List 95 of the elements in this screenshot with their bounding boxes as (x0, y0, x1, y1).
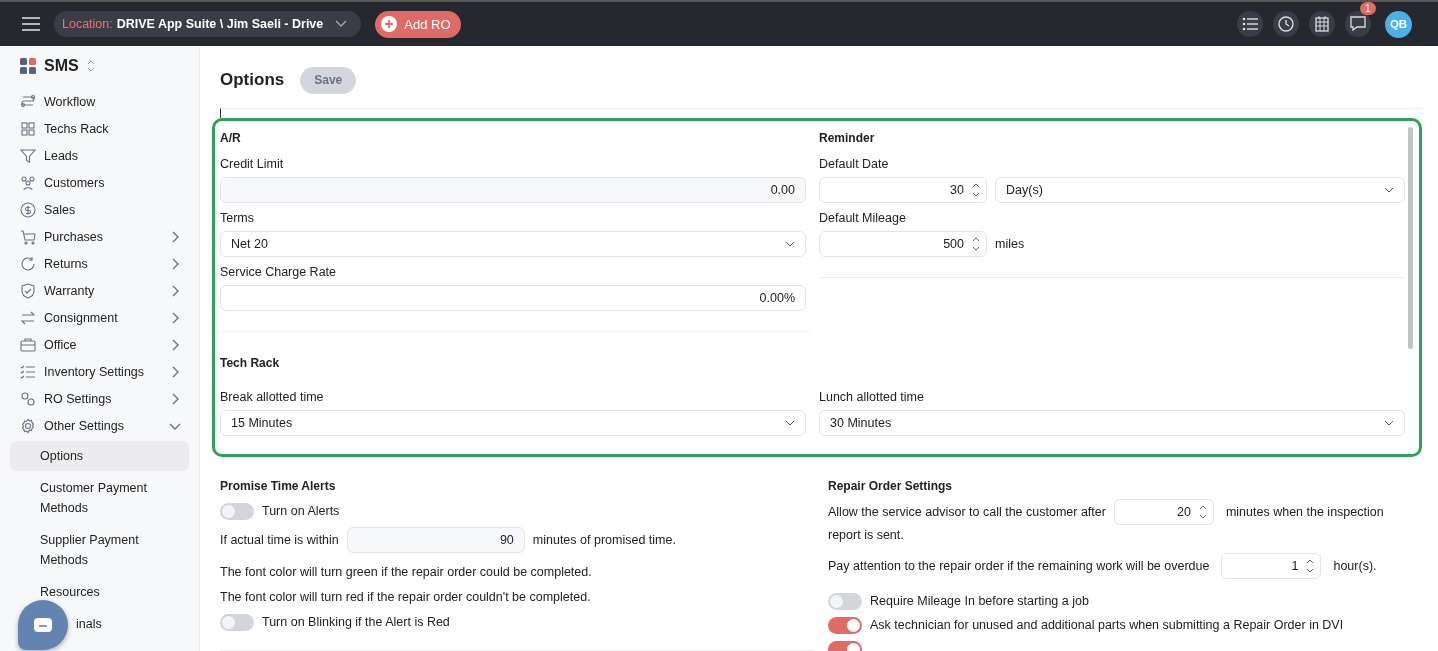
field-label: Break allotted time (220, 390, 325, 404)
stepper-icon[interactable] (1198, 504, 1207, 520)
stepper-icon[interactable] (972, 236, 980, 252)
section-heading: Promise Time Alerts (220, 478, 337, 495)
number-field[interactable]: 20 (1113, 499, 1214, 525)
chat-button[interactable] (18, 600, 68, 650)
chevron-down-icon (785, 241, 795, 247)
section-heading: Reminder (819, 130, 876, 147)
toggle-switch[interactable] (220, 613, 254, 631)
refresh-icon (20, 255, 36, 272)
sidebar-item[interactable]: Inventory Settings (10, 358, 189, 385)
field-label: Default Mileage (819, 211, 907, 225)
list-icon[interactable] (1237, 11, 1263, 37)
menu-icon[interactable] (22, 17, 40, 31)
grid-icon (20, 120, 36, 137)
setting-text: Pay attention to the repair order if the remaining work will be overdue (828, 559, 1210, 573)
workflow-icon (20, 93, 36, 110)
funnel-icon (20, 147, 36, 164)
input-field[interactable]: 0.00 (220, 177, 806, 203)
sidebar-item[interactable]: Sales (10, 196, 189, 223)
chevron-down-icon (785, 420, 795, 426)
input-field[interactable]: 90 (346, 527, 525, 553)
chat-icon (34, 618, 52, 632)
brand-name[interactable]: SMS (44, 57, 79, 75)
shield-icon (20, 282, 36, 299)
field-label: Service Charge Rate (220, 265, 338, 279)
swap-icon (20, 309, 36, 326)
toggle-switch[interactable] (828, 592, 862, 610)
sidebar-item[interactable]: Leads (10, 142, 189, 169)
plus-icon (381, 16, 398, 32)
note-text: The font color will turn red if the repair order couldn't be completed. (220, 591, 592, 604)
select-field[interactable]: 15 Minutes (220, 410, 806, 436)
location-selector[interactable]: Location: DRIVE App Suite \ Jim Saeli - Drive (54, 11, 362, 37)
setting-text: report is sent. (828, 528, 904, 542)
field-label: Terms (220, 211, 256, 225)
select-field[interactable]: Net 20 (220, 231, 806, 257)
section-heading: Repair Order Settings (828, 478, 954, 495)
gear-icon (20, 417, 36, 434)
people-icon (20, 174, 36, 191)
sidebar-item[interactable]: Returns (10, 250, 189, 277)
notification-badge: 1 (1360, 2, 1376, 15)
stepper-icon[interactable] (1306, 558, 1315, 574)
number-field[interactable]: 500 (819, 231, 987, 257)
sidebar-subitem[interactable]: Resources (10, 577, 189, 607)
sidebar-item[interactable]: Other Settings (10, 412, 189, 439)
toggle-label: Require Mileage In before starting a job (870, 594, 1089, 608)
clock-icon[interactable] (1273, 11, 1299, 37)
field-label: Default Date (819, 157, 890, 171)
chevron-down-icon (1384, 420, 1394, 426)
sidebar-item[interactable]: Office (10, 331, 189, 358)
setting-text: If actual time is within (220, 533, 339, 547)
chevron-down-icon (1384, 187, 1394, 193)
sidebar-subitem[interactable]: inals (10, 609, 189, 639)
field-label: Credit Limit (220, 157, 285, 171)
sort-icon[interactable] (86, 60, 95, 72)
briefcase-icon (20, 336, 36, 353)
app-logo-icon (20, 58, 36, 74)
stepper-icon[interactable] (972, 182, 980, 198)
section-heading: A/R (220, 130, 242, 147)
sidebar-subitem[interactable]: Options (10, 441, 189, 471)
sidebar-item[interactable]: RO Settings (10, 385, 189, 412)
sidebar-item[interactable]: Customers (10, 169, 189, 196)
page-title: Options (220, 70, 285, 90)
toggle-label: Ask technician for unused and additional parts when submitting a Repair Order in DVI (870, 618, 1344, 632)
sidebar-item[interactable]: Warranty (10, 277, 189, 304)
gears-icon (20, 390, 36, 407)
select-field[interactable]: 30 Minutes (819, 410, 1405, 436)
unit-label: miles (995, 237, 1025, 251)
note-text: The font color will turn green if the repair order could be completed. (220, 566, 593, 579)
sidebar-item[interactable]: Workflow (10, 88, 189, 115)
cart-icon (20, 228, 36, 245)
calendar-icon[interactable] (1309, 11, 1335, 37)
sidebar-item[interactable]: Techs Rack (10, 115, 189, 142)
sidebar-subitem[interactable]: Supplier Payment Methods (10, 525, 189, 575)
toggle-switch[interactable] (828, 616, 862, 634)
setting-text: minutes when the inspection (1225, 504, 1384, 521)
input-field[interactable]: 0.00% (220, 285, 806, 311)
sidebar-subitem[interactable]: Customer Payment Methods (10, 473, 189, 523)
sidebar-item[interactable]: Consignment (10, 304, 189, 331)
section-heading: Tech Rack (220, 355, 281, 372)
number-field[interactable]: 30 (819, 177, 987, 203)
toggle-switch[interactable] (220, 502, 254, 520)
chevron-down-icon (335, 20, 348, 28)
toggle-label: Turn on Blinking if the Alert is Red (262, 615, 450, 629)
dollar-icon (20, 201, 36, 218)
setting-text: hour(s). (1333, 559, 1377, 573)
toggle-label: Turn on Alerts (262, 504, 340, 518)
chat-icon[interactable] (1345, 11, 1371, 37)
select-field[interactable]: Day(s) (995, 177, 1405, 203)
setting-text: minutes of promised time. (532, 533, 676, 547)
setting-text: Allow the service advisor to call the customer after (828, 504, 1106, 521)
checklist-icon (20, 363, 36, 380)
number-field[interactable]: 1 (1221, 553, 1322, 579)
sidebar-item[interactable]: Purchases (10, 223, 189, 250)
field-label: Lunch allotted time (819, 390, 925, 404)
